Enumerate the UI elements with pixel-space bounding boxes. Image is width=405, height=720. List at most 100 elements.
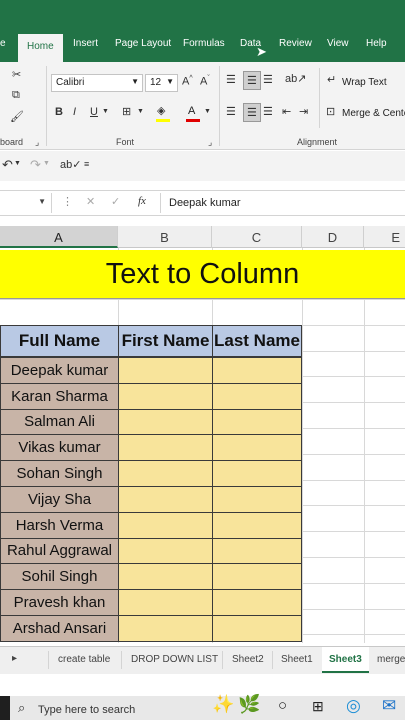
align-top-icon[interactable]: ☰ — [226, 73, 236, 86]
wrap-text-button[interactable]: Wrap Text — [342, 77, 387, 88]
cut-icon[interactable]: ✂ — [12, 68, 21, 81]
header-last-name[interactable]: Last Name — [212, 325, 302, 357]
underline-button[interactable]: U — [90, 106, 98, 118]
enter-icon[interactable]: ✓ — [111, 195, 120, 208]
last-name-cell[interactable] — [212, 486, 302, 513]
header-full-name[interactable]: Full Name — [0, 325, 119, 357]
last-name-cell[interactable] — [212, 563, 302, 591]
edge-icon[interactable]: ◎ — [346, 696, 361, 716]
formula-input[interactable]: Deepak kumar — [169, 197, 241, 209]
banner-title[interactable]: Text to Column — [0, 250, 405, 299]
align-left-icon[interactable]: ☰ — [226, 105, 236, 118]
spelling-icon[interactable]: ab✓ — [60, 158, 81, 171]
last-name-cell[interactable] — [212, 460, 302, 487]
sparkle-icon[interactable]: ✨ — [212, 694, 234, 715]
last-name-cell[interactable] — [212, 537, 302, 565]
sheet-tab-sheet1[interactable]: Sheet1 — [281, 654, 313, 665]
first-name-cell[interactable] — [118, 589, 213, 616]
last-name-cell[interactable] — [212, 434, 302, 462]
full-name-cell[interactable]: Pravesh khan — [0, 589, 119, 616]
start-button[interactable] — [0, 696, 10, 720]
align-bottom-icon[interactable]: ☰ — [263, 73, 273, 86]
column-header-c[interactable]: C — [212, 226, 302, 248]
full-name-cell[interactable]: Rahul Aggrawal — [0, 537, 119, 565]
sheet-tab-sheet3[interactable]: Sheet3 — [322, 647, 369, 673]
full-name-cell[interactable]: Deepak kumar — [0, 357, 119, 384]
more-options-icon[interactable]: ⋮ — [62, 195, 73, 208]
customize-toolbar-icon[interactable]: ≡ — [84, 159, 89, 169]
chevron-down-icon[interactable]: ▼ — [102, 108, 109, 115]
first-name-cell[interactable] — [118, 511, 213, 539]
full-name-cell[interactable]: Sohil Singh — [0, 563, 119, 591]
mail-icon[interactable]: ✉ — [382, 696, 396, 716]
full-name-cell[interactable]: Salman Ali — [0, 408, 119, 436]
first-name-cell[interactable] — [118, 382, 213, 410]
tab-help[interactable]: Help — [366, 38, 387, 49]
task-view-icon[interactable]: ○ — [278, 697, 287, 714]
full-name-cell[interactable]: Vijay Sha — [0, 486, 119, 513]
insert-function-button[interactable]: fx — [138, 195, 146, 207]
last-name-cell[interactable] — [212, 589, 302, 616]
full-name-cell[interactable]: Arshad Ansari — [0, 615, 119, 642]
tab-home[interactable]: Home — [18, 34, 63, 62]
tab-view[interactable]: View — [327, 38, 349, 49]
sheet-tab-sheet2[interactable]: Sheet2 — [232, 654, 264, 665]
merge-center-icon[interactable]: ⊡ — [326, 105, 335, 118]
last-name-cell[interactable] — [212, 357, 302, 384]
first-name-cell[interactable] — [118, 615, 213, 642]
tab-file[interactable]: e — [0, 38, 6, 49]
merge-center-button[interactable]: Merge & Cente — [342, 108, 405, 119]
increase-font-icon[interactable]: A^ — [182, 75, 193, 88]
wrap-text-icon[interactable]: ↵ — [327, 73, 336, 86]
tab-formulas[interactable]: Formulas — [183, 38, 225, 49]
dialog-launcher-icon[interactable]: ⌟ — [208, 137, 212, 148]
first-name-cell[interactable] — [118, 486, 213, 513]
tab-page-layout[interactable]: Page Layout — [115, 38, 171, 49]
full-name-cell[interactable]: Sohan Singh — [0, 460, 119, 487]
decrease-font-icon[interactable]: Aˇ — [200, 75, 210, 88]
first-name-cell[interactable] — [118, 563, 213, 591]
first-name-cell[interactable] — [118, 408, 213, 436]
decrease-indent-icon[interactable]: ⇤ — [282, 105, 291, 118]
redo-icon[interactable]: ↷ — [30, 157, 41, 173]
full-name-cell[interactable]: Harsh Verma — [0, 511, 119, 539]
borders-icon[interactable]: ⊞ — [122, 105, 131, 118]
first-name-cell[interactable] — [118, 357, 213, 384]
chevron-down-icon[interactable]: ▼ — [43, 160, 50, 167]
last-name-cell[interactable] — [212, 408, 302, 436]
column-header-b[interactable]: B — [118, 226, 212, 248]
header-first-name[interactable]: First Name — [118, 325, 213, 357]
widgets-icon[interactable]: ⊞ — [312, 698, 324, 715]
font-color-icon[interactable]: A — [188, 105, 195, 117]
align-middle-icon[interactable]: ☰ — [243, 71, 261, 90]
tab-insert[interactable]: Insert — [73, 38, 98, 49]
first-name-cell[interactable] — [118, 460, 213, 487]
italic-button[interactable]: I — [73, 106, 76, 118]
scroll-tabs-icon[interactable]: ▸ — [12, 653, 17, 664]
bold-button[interactable]: B — [55, 106, 63, 118]
tab-review[interactable]: Review — [279, 38, 312, 49]
font-name-select[interactable]: Calibri ▼ — [51, 74, 143, 92]
column-header-e[interactable]: E — [364, 226, 405, 248]
last-name-cell[interactable] — [212, 511, 302, 539]
font-size-select[interactable]: 12 ▼ — [145, 74, 178, 92]
first-name-cell[interactable] — [118, 434, 213, 462]
first-name-cell[interactable] — [118, 537, 213, 565]
orientation-icon[interactable]: ab↗ — [285, 72, 306, 85]
align-center-icon[interactable]: ☰ — [243, 103, 261, 122]
sheet-tab-drop-down-list[interactable]: DROP DOWN LIST — [131, 654, 218, 665]
name-box[interactable]: ▼ — [0, 193, 52, 213]
sheet-tab-merge[interactable]: merge — [377, 654, 405, 665]
undo-icon[interactable]: ↶ — [2, 157, 13, 173]
chevron-down-icon[interactable]: ▼ — [137, 108, 144, 115]
full-name-cell[interactable]: Karan Sharma — [0, 382, 119, 410]
increase-indent-icon[interactable]: ⇥ — [299, 105, 308, 118]
column-header-d[interactable]: D — [302, 226, 364, 248]
chevron-down-icon[interactable]: ▼ — [204, 108, 211, 115]
format-painter-icon[interactable]: 🖌 — [10, 110, 24, 123]
last-name-cell[interactable] — [212, 615, 302, 642]
leaf-icon[interactable]: 🌿 — [238, 694, 260, 715]
column-header-a[interactable]: A — [0, 226, 118, 248]
sheet-tab-create-table[interactable]: create table — [58, 654, 110, 665]
last-name-cell[interactable] — [212, 382, 302, 410]
